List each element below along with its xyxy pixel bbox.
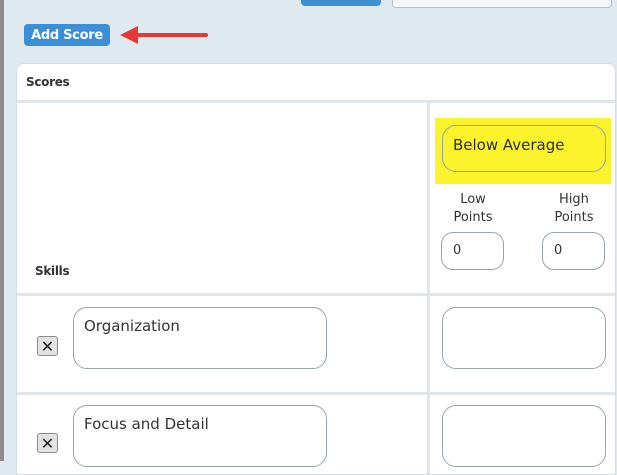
window-edge	[0, 0, 4, 461]
score-name-input[interactable]: Below Average	[442, 125, 606, 172]
row-divider	[17, 392, 615, 395]
top-outline-button[interactable]	[392, 0, 612, 8]
add-score-button[interactable]: Add Score	[24, 24, 110, 46]
skill-name-input[interactable]: Organization	[73, 307, 327, 369]
close-icon: ✕	[40, 336, 55, 356]
scores-panel: Scores Skills Below Average Low Points H…	[16, 63, 616, 475]
low-points-label: Low Points	[453, 192, 493, 225]
scores-header: Scores	[17, 64, 615, 103]
remove-skill-button[interactable]: ✕	[37, 433, 58, 453]
close-icon: ✕	[40, 433, 55, 453]
low-points-input[interactable]: 0	[441, 232, 504, 270]
high-points-label: High Points	[554, 192, 594, 225]
remove-skill-button[interactable]: ✕	[37, 336, 58, 356]
skill-score-input[interactable]	[442, 307, 606, 369]
skill-score-input[interactable]	[442, 405, 606, 467]
high-points-input[interactable]: 0	[542, 232, 605, 270]
top-blue-button[interactable]	[301, 0, 381, 6]
skill-name-input[interactable]: Focus and Detail	[73, 405, 327, 467]
row-divider	[17, 293, 615, 296]
annotation-arrow	[120, 26, 208, 44]
column-divider	[427, 103, 430, 474]
skills-column-label: Skills	[35, 264, 70, 278]
